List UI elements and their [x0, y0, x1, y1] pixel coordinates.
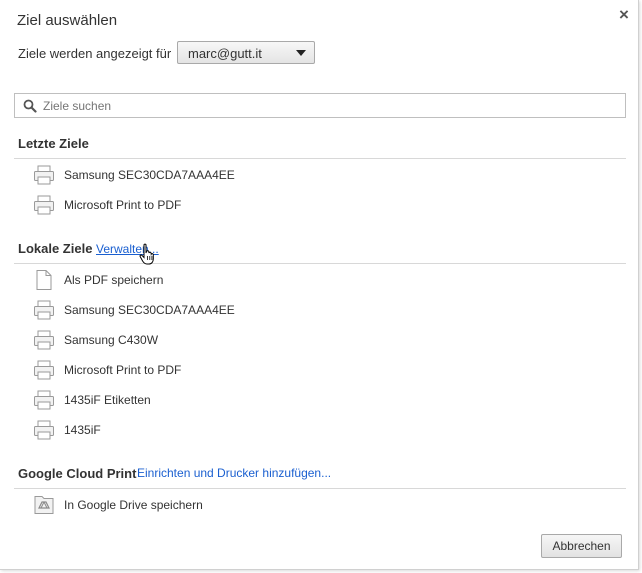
- list-item-cloud-0[interactable]: In Google Drive speichern: [32, 493, 592, 517]
- setup-printers-link[interactable]: Einrichten und Drucker hinzufügen...: [137, 466, 331, 480]
- printer-icon: [34, 195, 54, 215]
- list-item-label: Als PDF speichern: [64, 273, 164, 287]
- list-item-local-2[interactable]: Samsung C430W: [32, 328, 592, 352]
- divider: [14, 488, 626, 489]
- printer-icon: [34, 420, 54, 440]
- list-item-recent-0[interactable]: Samsung SEC30CDA7AAA4EE: [32, 163, 592, 187]
- section-recent-heading: Letzte Ziele: [18, 136, 89, 151]
- printer-icon: [34, 390, 54, 410]
- account-label: Ziele werden angezeigt für: [18, 46, 172, 61]
- list-item-local-3[interactable]: Microsoft Print to PDF: [32, 358, 592, 382]
- cancel-button[interactable]: Abbrechen: [541, 534, 622, 558]
- search-placeholder: Ziele suchen: [43, 99, 112, 113]
- list-item-label: 1435iF: [64, 423, 101, 437]
- list-item-local-0[interactable]: Als PDF speichern: [32, 268, 592, 292]
- hand-pointer-icon: [139, 243, 154, 265]
- google-drive-icon: [34, 496, 54, 514]
- list-item-label: Microsoft Print to PDF: [64, 198, 182, 212]
- list-item-local-4[interactable]: 1435iF Etiketten: [32, 388, 592, 412]
- section-local-heading: Lokale Ziele: [18, 241, 93, 256]
- list-item-label: Microsoft Print to PDF: [64, 363, 182, 377]
- chevron-down-icon: [296, 50, 306, 56]
- close-icon[interactable]: ×: [619, 6, 629, 24]
- list-item-label: Samsung C430W: [64, 333, 159, 347]
- printer-icon: [34, 165, 54, 185]
- list-item-label: Samsung SEC30CDA7AAA4EE: [64, 168, 235, 182]
- divider: [14, 263, 626, 264]
- destination-dialog: Ziel auswählen × Ziele werden angezeigt …: [0, 0, 639, 570]
- list-item-label: Samsung SEC30CDA7AAA4EE: [64, 303, 235, 317]
- dialog-title: Ziel auswählen: [17, 12, 118, 29]
- list-item-local-1[interactable]: Samsung SEC30CDA7AAA4EE: [32, 298, 592, 322]
- search-input[interactable]: Ziele suchen: [14, 93, 626, 118]
- pdf-file-icon: [36, 270, 52, 290]
- list-item-recent-1[interactable]: Microsoft Print to PDF: [32, 193, 592, 217]
- printer-icon: [34, 360, 54, 380]
- list-item-local-5[interactable]: 1435iF: [32, 418, 592, 442]
- list-item-label: In Google Drive speichern: [64, 498, 203, 512]
- printer-icon: [34, 300, 54, 320]
- section-cloud-heading: Google Cloud Print: [18, 466, 137, 481]
- list-item-label: 1435iF Etiketten: [64, 393, 151, 407]
- account-select-value: marc@gutt.it: [188, 46, 262, 61]
- printer-icon: [34, 330, 54, 350]
- account-select[interactable]: marc@gutt.it: [177, 41, 315, 64]
- search-icon: [23, 99, 37, 113]
- divider: [14, 158, 626, 159]
